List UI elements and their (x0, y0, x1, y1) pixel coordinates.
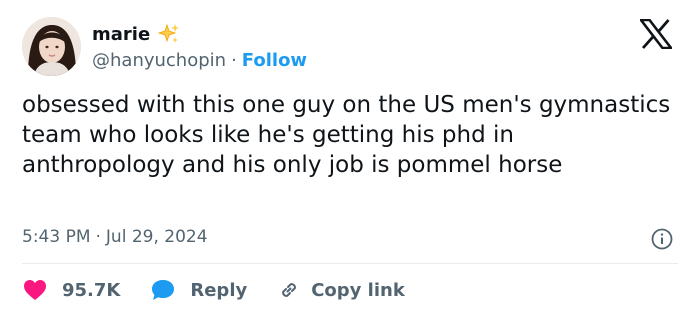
action-bar: 95.7K Reply Copy link (22, 276, 405, 304)
avatar[interactable] (22, 17, 81, 76)
copy-link-label: Copy link (311, 279, 405, 301)
author-name[interactable]: marie (92, 24, 150, 45)
sparkle-icon (157, 23, 180, 45)
tweet-time[interactable]: 5:43 PM (22, 227, 91, 247)
separator-dot: · (231, 49, 237, 71)
link-icon (277, 278, 301, 302)
reply-button[interactable]: Reply (150, 278, 247, 302)
follow-button[interactable]: Follow (242, 50, 307, 71)
author-handle[interactable]: @hanyuchopin (92, 50, 226, 71)
reply-bubble-icon (150, 278, 176, 302)
tweet-text: obsessed with this one guy on the US men… (22, 92, 671, 178)
timestamp[interactable]: 5:43 PM · Jul 29, 2024 (22, 227, 208, 247)
separator-dot: · (95, 227, 101, 247)
info-icon[interactable] (650, 227, 674, 251)
likes-count: 95.7K (62, 279, 121, 301)
x-logo-icon[interactable] (639, 18, 673, 50)
heart-icon (22, 278, 48, 302)
copy-link-button[interactable]: Copy link (277, 278, 405, 302)
tweet-date[interactable]: Jul 29, 2024 (106, 227, 208, 247)
like-button[interactable]: 95.7K (22, 278, 120, 302)
divider (22, 263, 678, 264)
reply-label: Reply (190, 279, 248, 301)
